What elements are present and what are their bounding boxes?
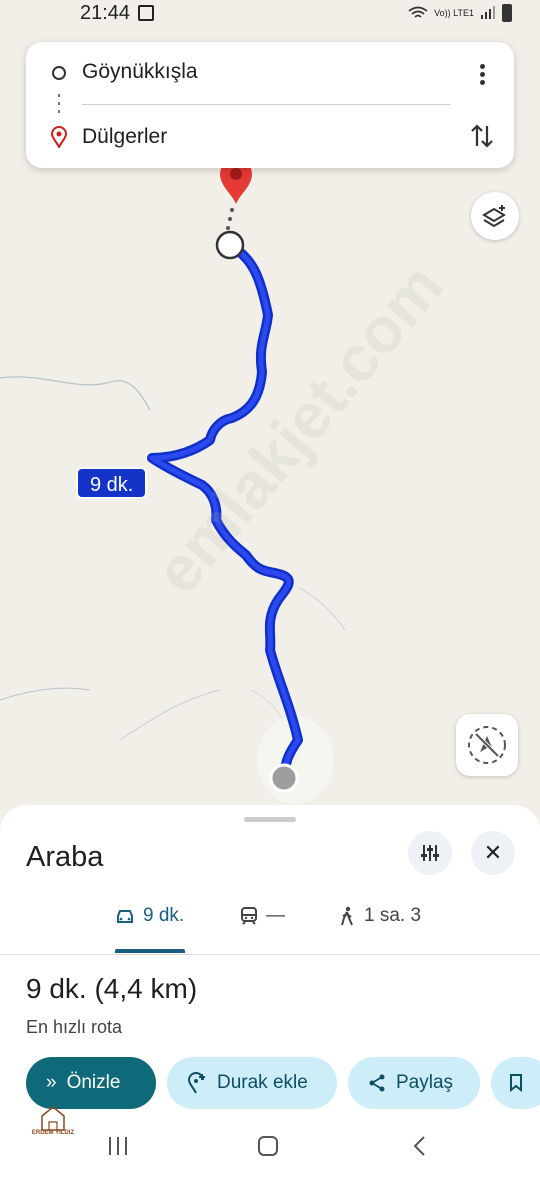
route-connector [58,94,60,116]
share-icon [369,1074,385,1092]
tune-icon [421,845,439,861]
add-stop-button[interactable]: Durak ekle [167,1057,337,1109]
summary-time: 9 dk. [26,973,87,1004]
more-options-icon[interactable] [474,62,490,86]
status-bar: 21:44 Vo)) LTE1 [0,0,540,30]
bookmark-icon [510,1074,522,1092]
car-icon [117,910,133,923]
recent-apps-icon[interactable] [106,1134,130,1158]
divider [82,104,450,105]
destination-field[interactable]: Dülgerler [82,125,167,149]
double-chevron-icon: » [46,1072,57,1093]
add-location-icon [187,1072,205,1094]
battery-icon [502,4,512,22]
swap-icon[interactable] [470,122,494,150]
save-button[interactable] [491,1057,540,1109]
system-nav-bar [0,1126,540,1166]
close-icon: ✕ [483,840,503,865]
route-end-marker [269,763,299,793]
status-indicators: Vo)) LTE1 [408,4,512,22]
sheet-drag-handle[interactable] [244,817,296,822]
network-label: Vo)) LTE1 [434,8,474,18]
origin-circle-icon [52,66,66,80]
route-time-label[interactable]: 9 dk. [76,467,148,499]
tab-walking-label: 1 sa. 3 [364,905,422,926]
wifi-icon [408,6,428,18]
route-options-button[interactable] [408,831,452,875]
home-icon[interactable] [256,1134,280,1158]
compass-icon [468,726,506,764]
location-pin-icon [50,126,68,148]
travel-mode-tabs: 9 dk. — 1 sa. 3 [0,895,540,955]
recenter-button[interactable] [456,714,518,776]
route-subtitle: En hızlı rota [26,1017,123,1037]
gallery-notification-icon [138,5,154,21]
tab-driving-label: 9 dk. [143,905,185,926]
summary-distance: (4,4 km) [94,973,198,1004]
add-stop-label: Durak ekle [217,1072,308,1093]
tab-driving[interactable]: 9 dk. [115,905,184,927]
route-summary: 9 dk. (4,4 km) [26,973,197,1005]
tab-walking[interactable]: 1 sa. 3 [338,905,421,927]
signal-icon [481,6,495,19]
layers-button[interactable] [471,192,519,240]
preview-button[interactable]: » Önizle [26,1057,156,1109]
route-input-card: Göynükkışla Dülgerler [26,42,514,168]
sheet-title: Araba [26,841,104,873]
active-tab-indicator [115,949,185,953]
walk-icon [341,906,353,926]
share-label: Paylaş [396,1072,454,1093]
tab-transit-label: — [266,905,285,926]
close-button[interactable]: ✕ [471,831,515,875]
share-button[interactable]: Paylaş [348,1057,480,1109]
origin-field[interactable]: Göynükkışla [82,60,198,84]
route-start-marker [215,230,245,260]
tab-transit[interactable]: — [240,905,285,927]
preview-label: Önizle [66,1072,121,1093]
transit-icon [241,907,257,925]
back-icon[interactable] [408,1134,432,1158]
status-time: 21:44 [80,2,131,24]
layers-icon [482,205,506,228]
